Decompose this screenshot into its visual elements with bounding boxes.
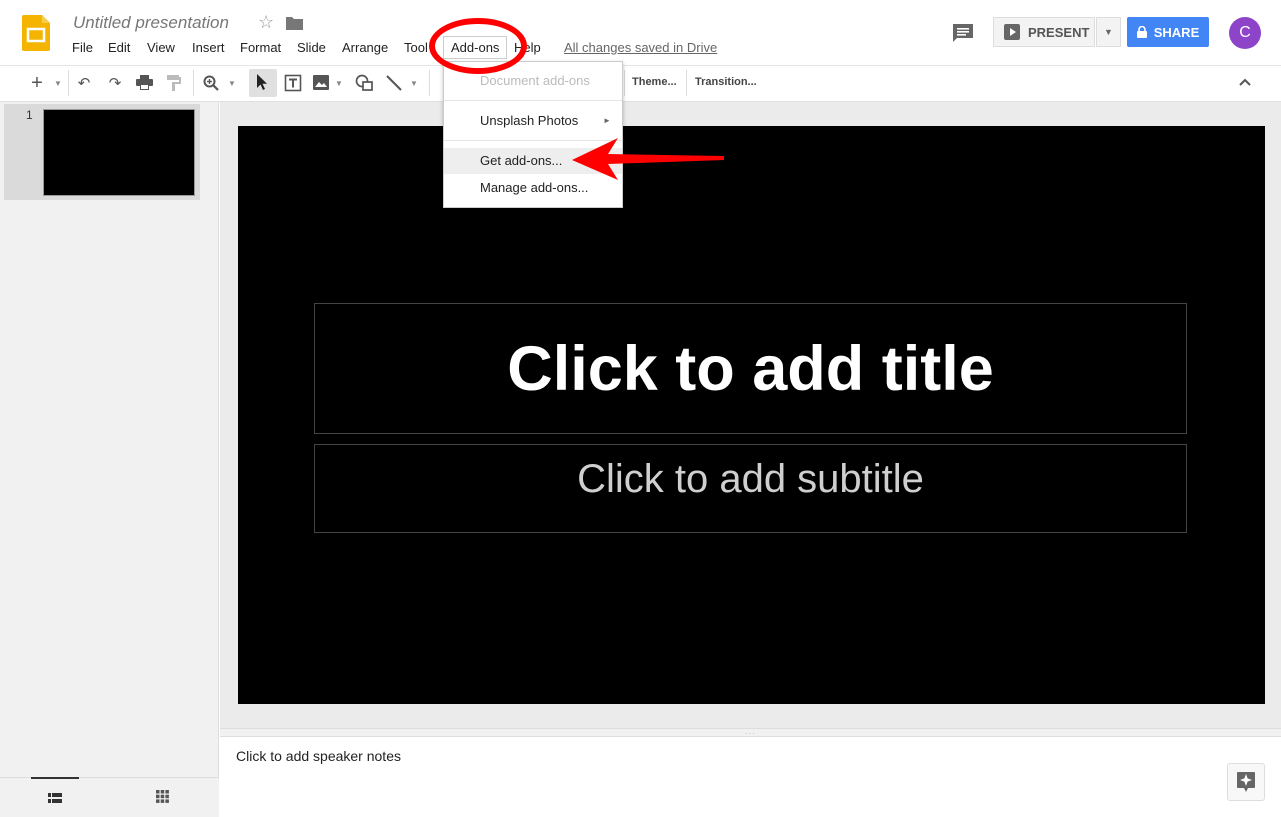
line-icon[interactable] (386, 75, 402, 91)
dd-unsplash-photos[interactable]: Unsplash Photos (480, 113, 578, 128)
share-button[interactable]: SHARE (1127, 17, 1209, 47)
submenu-arrow-icon: ► (603, 116, 611, 125)
comments-icon[interactable] (953, 24, 973, 42)
grid-view-button[interactable] (138, 777, 186, 816)
slide-title-placeholder[interactable]: Click to add title (314, 303, 1187, 434)
dd-document-addons: Document add-ons (480, 73, 590, 88)
present-button[interactable]: PRESENT (993, 17, 1095, 47)
menu-slide[interactable]: Slide (297, 40, 326, 55)
lock-icon (1136, 26, 1147, 38)
slide-subtitle-placeholder[interactable]: Click to add subtitle (314, 444, 1187, 533)
collapse-toolbar-chevron-up-icon[interactable] (1239, 78, 1251, 86)
avatar[interactable]: C (1229, 17, 1261, 49)
shape-icon[interactable] (355, 74, 373, 91)
print-icon[interactable] (136, 75, 153, 90)
redo-icon[interactable]: ↷ (104, 71, 126, 95)
new-slide-dropdown-icon[interactable]: ▼ (52, 71, 64, 95)
transition-button[interactable]: Transition... (695, 76, 757, 88)
present-dropdown-button[interactable]: ▼ (1096, 17, 1121, 47)
save-status-link[interactable]: All changes saved in Drive (564, 40, 717, 55)
theme-button[interactable]: Theme... (632, 76, 677, 88)
select-cursor-icon[interactable] (257, 74, 269, 91)
explore-sparkle-icon (1237, 772, 1255, 792)
present-play-icon (1004, 24, 1020, 40)
new-slide-icon[interactable]: + (26, 71, 48, 95)
filmstrip-view-button[interactable] (31, 777, 79, 816)
explore-button[interactable] (1227, 763, 1265, 801)
slide-number: 1 (26, 108, 33, 122)
menu-view[interactable]: View (147, 40, 175, 55)
list-view-icon (48, 792, 62, 803)
menu-arrange[interactable]: Arrange (342, 40, 388, 55)
line-dropdown-icon[interactable]: ▼ (408, 71, 420, 95)
undo-icon[interactable]: ↶ (73, 71, 95, 95)
star-icon[interactable]: ☆ (258, 12, 274, 33)
image-icon[interactable] (313, 75, 329, 90)
annotation-circle (429, 18, 527, 74)
filmstrip-panel (0, 102, 219, 816)
zoom-icon[interactable] (203, 75, 219, 91)
zoom-dropdown-icon[interactable]: ▼ (226, 71, 238, 95)
menu-format[interactable]: Format (240, 40, 281, 55)
menu-edit[interactable]: Edit (108, 40, 130, 55)
slide-thumbnail[interactable] (43, 109, 195, 196)
dd-get-addons[interactable]: Get add-ons... (480, 153, 562, 168)
paint-format-icon[interactable] (167, 75, 181, 91)
menu-tools[interactable]: Tool (404, 40, 428, 55)
share-label: SHARE (1153, 24, 1200, 40)
text-box-icon[interactable] (284, 74, 302, 92)
menu-insert[interactable]: Insert (192, 40, 225, 55)
menu-file[interactable]: File (72, 40, 93, 55)
annotation-arrow-icon (572, 138, 724, 180)
slides-logo-icon[interactable] (22, 15, 50, 51)
folder-icon[interactable] (286, 16, 303, 30)
image-dropdown-icon[interactable]: ▼ (333, 71, 345, 95)
dd-manage-addons[interactable]: Manage add-ons... (480, 180, 588, 195)
document-title[interactable]: Untitled presentation (73, 13, 229, 33)
speaker-notes-placeholder[interactable]: Click to add speaker notes (236, 748, 401, 764)
grid-view-icon (155, 790, 169, 803)
present-label: PRESENT (1028, 24, 1090, 40)
